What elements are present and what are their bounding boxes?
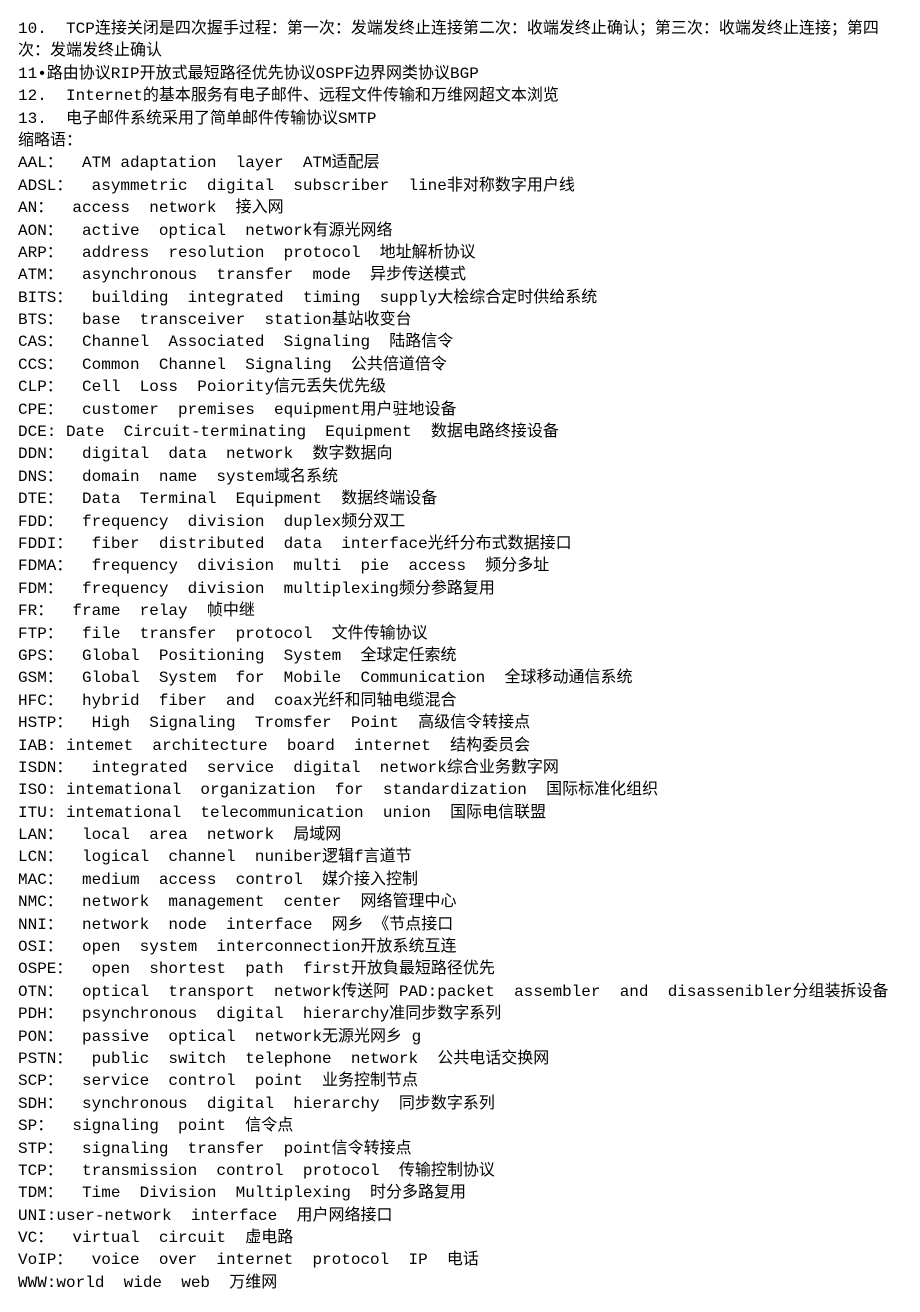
text-line: OTN： optical transport network传送阿 PAD:pa… [18, 981, 902, 1003]
text-line: STP： signaling transfer point信令转接点 [18, 1138, 902, 1160]
text-line: OSPE： open shortest path first开放負最短路径优先 [18, 958, 902, 980]
text-line: SP： signaling point 信令点 [18, 1115, 902, 1137]
text-line: 缩略语： [18, 130, 902, 152]
text-line: ADSL： asymmetric digital subscriber line… [18, 175, 902, 197]
text-line: 10. TCP连接关闭是四次握手过程：第一次：发端发终止连接第二次：收端发终止确… [18, 18, 902, 63]
text-line: FTP： file transfer protocol 文件传输协议 [18, 623, 902, 645]
text-line: PON： passive optical network无源光网乡 g [18, 1026, 902, 1048]
text-line: SDH： synchronous digital hierarchy 同步数字系… [18, 1093, 902, 1115]
text-line: NMC： network management center 网络管理中心 [18, 891, 902, 913]
document-content: 10. TCP连接关闭是四次握手过程：第一次：发端发终止连接第二次：收端发终止确… [18, 18, 902, 1294]
text-line: FDD： frequency division duplex频分双工 [18, 511, 902, 533]
text-line: VC： virtual circuit 虚电路 [18, 1227, 902, 1249]
text-line: AN： access network 接入网 [18, 197, 902, 219]
text-line: ITU: intemational telecommunication unio… [18, 802, 902, 824]
text-line: 13. 电子邮件系统采用了简单邮件传输协议SMTP [18, 108, 902, 130]
text-line: PDH： psynchronous digital hierarchy准同步数字… [18, 1003, 902, 1025]
text-line: FDDI： fiber distributed data interface光纤… [18, 533, 902, 555]
text-line: DTE： Data Terminal Equipment 数据终端设备 [18, 488, 902, 510]
text-line: DDN： digital data network 数字数据向 [18, 443, 902, 465]
text-line: CPE： customer premises equipment用户驻地设备 [18, 399, 902, 421]
text-line: FR： frame relay 帧中继 [18, 600, 902, 622]
text-line: FDM： frequency division multiplexing频分参路… [18, 578, 902, 600]
text-line: ISO: intemational organization for stand… [18, 779, 902, 801]
text-line: ARP： address resolution protocol 地址解析协议 [18, 242, 902, 264]
text-line: GPS： Global Positioning System 全球定任索统 [18, 645, 902, 667]
text-line: TDM： Time Division Multiplexing 时分多路复用 [18, 1182, 902, 1204]
text-line: CCS： Common Channel Signaling 公共倍道倍令 [18, 354, 902, 376]
text-line: AON： active optical network有源光网络 [18, 220, 902, 242]
text-line: ATM： asynchronous transfer mode 异步传送模式 [18, 264, 902, 286]
text-line: 12. Internet的基本服务有电子邮件、远程文件传输和万维网超文本浏览 [18, 85, 902, 107]
text-line: BITS： building integrated timing supply大… [18, 287, 902, 309]
text-line: WWW:world wide web 万维网 [18, 1272, 902, 1294]
text-line: NNI： network node interface 网乡 《节点接口 [18, 914, 902, 936]
text-line: VoIP： voice over internet protocol IP 电话 [18, 1249, 902, 1271]
text-line: TCP： transmission control protocol 传输控制协… [18, 1160, 902, 1182]
text-line: DNS： domain name system域名系统 [18, 466, 902, 488]
text-line: ISDN： integrated service digital network… [18, 757, 902, 779]
text-line: AAL： ATM adaptation layer ATM适配层 [18, 152, 902, 174]
text-line: HFC： hybrid fiber and coax光纤和同轴电缆混合 [18, 690, 902, 712]
text-line: 11•路由协议RIP开放式最短路径优先协议OSPF边界网类协议BGP [18, 63, 902, 85]
text-line: FDMA： frequency division multi pie acces… [18, 555, 902, 577]
text-line: MAC： medium access control 媒介接入控制 [18, 869, 902, 891]
text-line: CAS： Channel Associated Signaling 陆路信令 [18, 331, 902, 353]
text-line: LCN： logical channel nuniber逻辑f言道节 [18, 846, 902, 868]
text-line: LAN： local area network 局域网 [18, 824, 902, 846]
text-line: BTS： base transceiver station基站收变台 [18, 309, 902, 331]
text-line: PSTN： public switch telephone network 公共… [18, 1048, 902, 1070]
text-line: HSTP： High Signaling Tromsfer Point 高级信令… [18, 712, 902, 734]
text-line: SCP： service control point 业务控制节点 [18, 1070, 902, 1092]
text-line: IAB: intemet architecture board internet… [18, 735, 902, 757]
text-line: UNI:user-network interface 用户网络接口 [18, 1205, 902, 1227]
text-line: CLP： Cell Loss Poiority信元丢失优先级 [18, 376, 902, 398]
text-line: GSM： Global System for Mobile Communicat… [18, 667, 902, 689]
text-line: DCE: Date Circuit-terminating Equipment … [18, 421, 902, 443]
text-line: OSI： open system interconnection开放系统互连 [18, 936, 902, 958]
